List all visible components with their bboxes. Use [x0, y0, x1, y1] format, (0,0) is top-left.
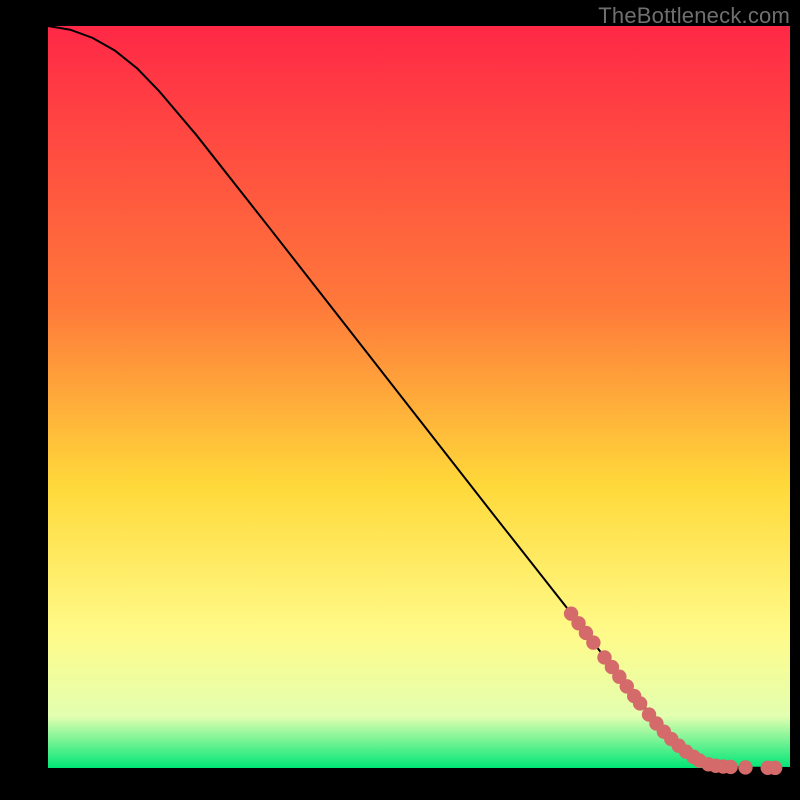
chart-container: TheBottleneck.com: [0, 0, 800, 800]
data-point: [586, 635, 600, 649]
data-point: [633, 696, 647, 710]
plot-background: [48, 26, 790, 768]
chart-plot: [0, 0, 800, 800]
data-point: [738, 760, 752, 774]
data-point: [768, 761, 782, 775]
data-point: [723, 760, 737, 774]
watermark-text: TheBottleneck.com: [598, 3, 790, 29]
